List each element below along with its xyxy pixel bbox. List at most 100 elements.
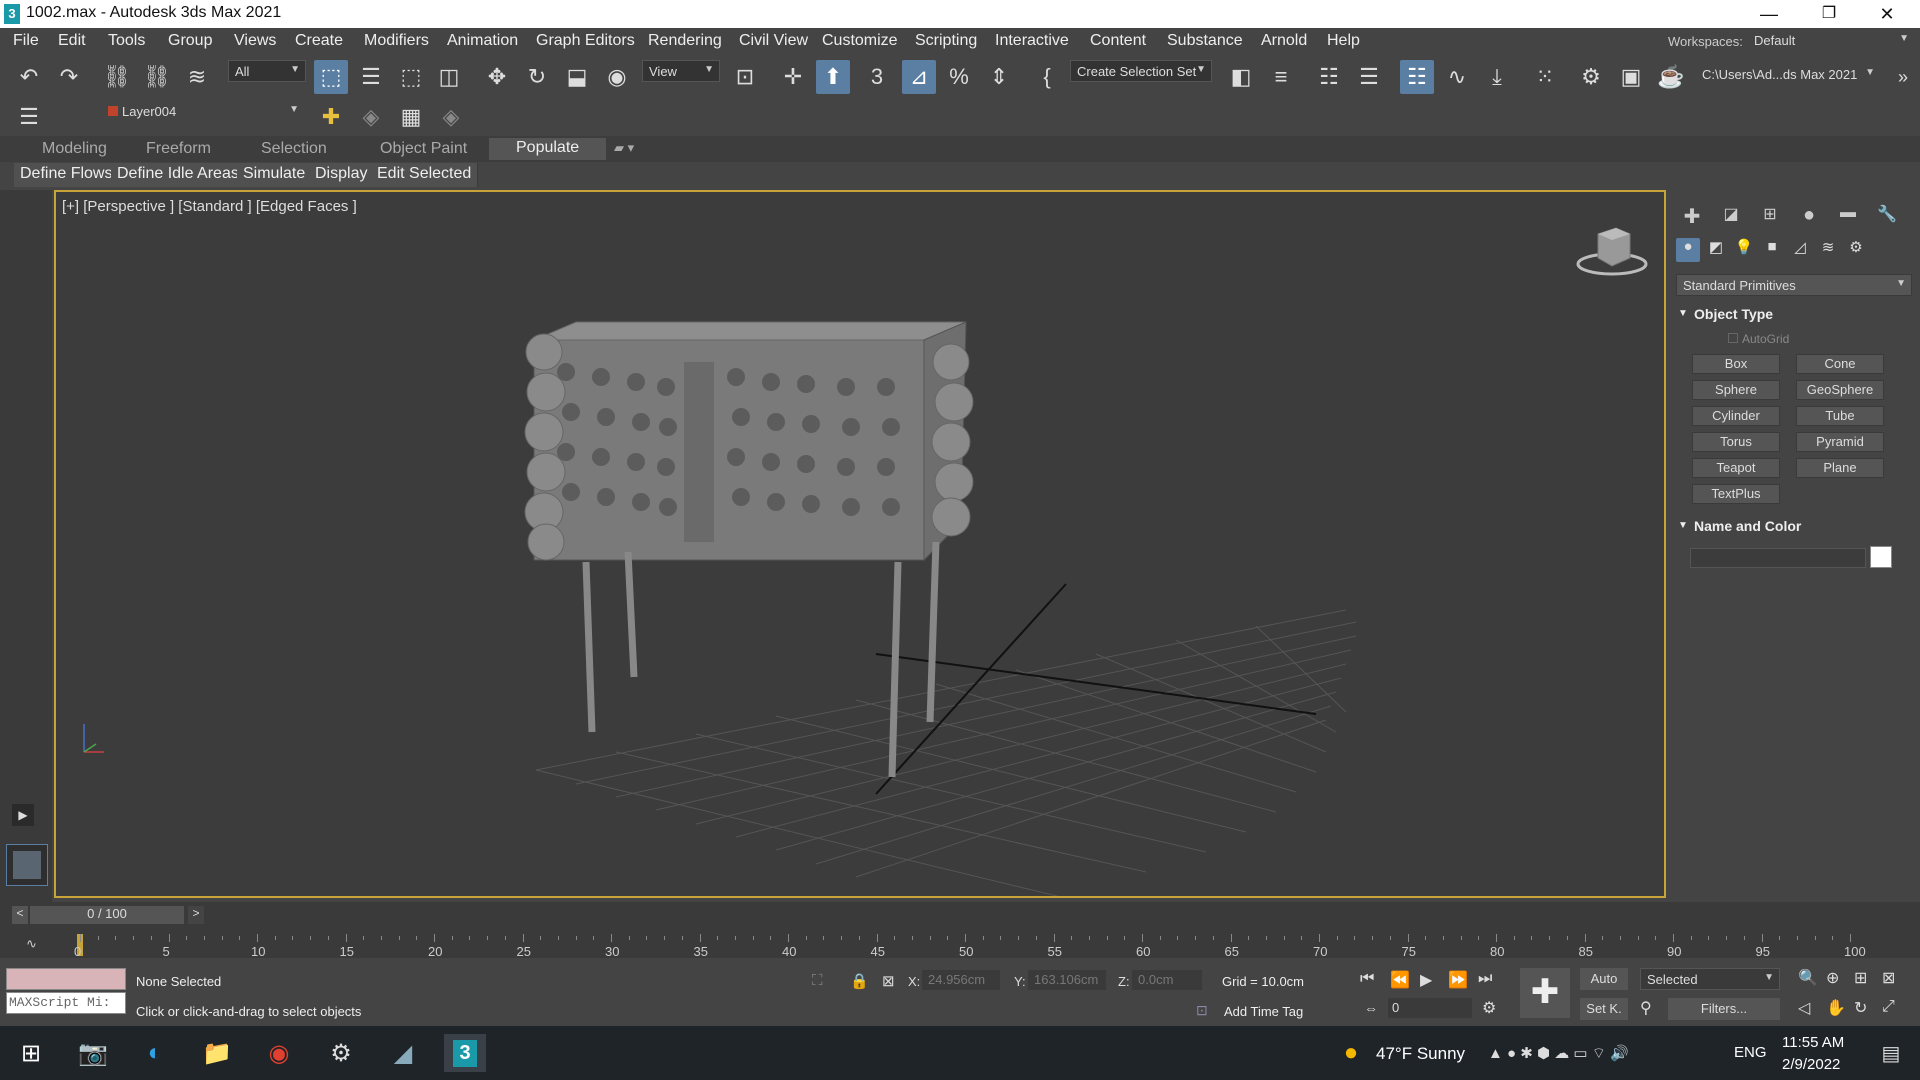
category-dropdown[interactable]: Standard Primitives ▼ — [1676, 274, 1912, 296]
add-time-tag-label[interactable]: Add Time Tag — [1224, 1004, 1303, 1019]
selection-lock-icon[interactable]: 🔒 — [850, 972, 869, 990]
create-selection-set-dropdown[interactable]: Create Selection Set ▼ — [1070, 60, 1212, 82]
zoom-extents-all-icon[interactable]: ⊠ — [1882, 968, 1895, 988]
create-layer-icon[interactable]: ✚ — [314, 100, 348, 134]
field-of-view-icon[interactable]: ◁ — [1798, 998, 1810, 1018]
maxscript-listener-pink[interactable] — [6, 968, 126, 990]
geometry-icon[interactable]: ● — [1676, 238, 1700, 262]
menu-group[interactable]: Group — [168, 32, 212, 50]
toolbar-overflow-icon[interactable]: » — [1886, 60, 1920, 94]
systems-icon[interactable]: ⚙ — [1844, 238, 1868, 262]
simulate-button[interactable]: Simulate — [237, 163, 313, 187]
tab-selection[interactable]: Selection — [261, 140, 327, 158]
orbit-icon[interactable]: ↻ — [1854, 998, 1867, 1018]
zoom-extents-icon[interactable]: ⊞ — [1854, 968, 1867, 988]
previous-key-icon[interactable]: ⏪ — [1390, 970, 1410, 990]
windows-start-icon[interactable]: ⊞ — [10, 1034, 52, 1072]
move-icon[interactable]: ✥ — [480, 60, 514, 94]
maxscript-mini-listener[interactable]: MAXScript Mi: — [6, 992, 126, 1014]
plane-button[interactable]: Plane — [1796, 458, 1884, 478]
keyboard-shortcut-override-icon[interactable]: ⬆ — [816, 60, 850, 94]
prev-frame-button[interactable]: < — [12, 906, 28, 924]
menu-scripting[interactable]: Scripting — [915, 32, 977, 50]
zoom-icon[interactable]: 🔍 — [1798, 968, 1818, 988]
percent-snap-icon[interactable]: % — [942, 60, 976, 94]
rotate-icon[interactable]: ↻ — [520, 60, 554, 94]
reference-coord-dropdown[interactable]: View ▼ — [642, 60, 720, 82]
close-button[interactable]: ✕ — [1858, 0, 1916, 28]
key-mode-icon[interactable]: ⚲ — [1640, 998, 1652, 1018]
time-tag-icon[interactable]: ⊡ — [1196, 1002, 1208, 1019]
toggle-ribbon-icon[interactable]: ☷ — [1400, 60, 1434, 94]
select-in-layer-icon[interactable]: ▦ — [394, 100, 428, 134]
render-setup-icon[interactable]: ⚙ — [1574, 60, 1608, 94]
space-warps-icon[interactable]: ≋ — [1816, 238, 1840, 262]
tab-freeform[interactable]: Freeform — [146, 140, 211, 158]
project-path-dropdown[interactable]: C:\Users\Ad...ds Max 2021 ▼ — [1696, 64, 1880, 88]
menu-views[interactable]: Views — [234, 32, 276, 50]
object-name-input[interactable] — [1690, 548, 1866, 568]
curve-editor-mini-icon[interactable]: ∿ — [26, 936, 37, 952]
set-current-layer-icon[interactable]: ◈ — [434, 100, 468, 134]
pyramid-button[interactable]: Pyramid — [1796, 432, 1884, 452]
rendered-frame-window-icon[interactable]: ▣ — [1614, 60, 1648, 94]
edit-named-selection-icon[interactable]: { — [1030, 60, 1064, 94]
menu-graph-editors[interactable]: Graph Editors — [536, 32, 635, 50]
link-icon[interactable]: ⛓ — [100, 60, 134, 94]
shapes-icon[interactable]: ◩ — [1704, 238, 1728, 262]
display-button[interactable]: Display — [309, 163, 375, 187]
render-production-icon[interactable]: ☕ — [1654, 60, 1688, 94]
curve-editor-icon[interactable]: ∿ — [1440, 60, 1474, 94]
clock-time[interactable]: 11:55 AM — [1782, 1034, 1844, 1051]
perspective-viewport[interactable]: [+] [Perspective ] [Standard ] [Edged Fa… — [54, 190, 1666, 898]
menu-content[interactable]: Content — [1090, 32, 1146, 50]
box-button[interactable]: Box — [1692, 354, 1780, 374]
spinner-snap-icon[interactable]: ⇕ — [982, 60, 1016, 94]
menu-tools[interactable]: Tools — [108, 32, 145, 50]
align-icon[interactable]: ≡ — [1264, 60, 1298, 94]
next-frame-button[interactable]: > — [188, 906, 204, 924]
utilities-tab-icon[interactable]: 🔧 — [1873, 204, 1901, 228]
notifications-icon[interactable]: ▤ — [1870, 1034, 1912, 1072]
next-key-icon[interactable]: ⏩ — [1448, 970, 1468, 990]
define-flows-button[interactable]: Define Flows — [14, 163, 120, 187]
mirror-icon[interactable]: ◧ — [1224, 60, 1258, 94]
menu-animation[interactable]: Animation — [447, 32, 518, 50]
torus-button[interactable]: Torus — [1692, 432, 1780, 452]
undo-icon[interactable]: ↶ — [12, 60, 46, 94]
tab-populate[interactable]: Populate — [489, 138, 607, 160]
cone-button[interactable]: Cone — [1796, 354, 1884, 374]
autogrid-checkbox[interactable]: AutoGrid — [1728, 332, 1789, 346]
scene-explorer-icon[interactable]: ☷ — [1312, 60, 1346, 94]
layer-manager-icon[interactable]: ☰ — [12, 100, 46, 134]
select-manipulate-icon[interactable]: ✛ — [776, 60, 810, 94]
place-icon[interactable]: ◉ — [600, 60, 634, 94]
tube-button[interactable]: Tube — [1796, 406, 1884, 426]
geosphere-button[interactable]: GeoSphere — [1796, 380, 1884, 400]
current-frame-spinner[interactable]: 0 — [1388, 998, 1472, 1018]
expand-strip-icon[interactable]: ▶ — [12, 804, 34, 826]
cameras-icon[interactable]: ■ — [1760, 238, 1784, 262]
x-coordinate-field[interactable]: 24.956cm — [922, 970, 1000, 990]
hierarchy-tab-icon[interactable]: ⊞ — [1756, 204, 1784, 228]
ribbon-options-icon[interactable]: ▰ ▾ — [614, 140, 634, 156]
textplus-button[interactable]: TextPlus — [1692, 484, 1780, 504]
menu-customize[interactable]: Customize — [822, 32, 898, 50]
menu-edit[interactable]: Edit — [58, 32, 86, 50]
tab-modeling[interactable]: Modeling — [42, 140, 107, 158]
tray-app-icons[interactable]: ▲ ● ✱ ⬢ ☁ ▭ ⌔ 🔊 — [1488, 1044, 1629, 1063]
define-idle-areas-button[interactable]: Define Idle Areas — [111, 163, 246, 187]
unlink-icon[interactable]: ⛓ — [140, 60, 174, 94]
pivot-center-icon[interactable]: ⊡ — [728, 60, 762, 94]
set-key-big-icon[interactable]: ✚ — [1520, 968, 1570, 1018]
cylinder-button[interactable]: Cylinder — [1692, 406, 1780, 426]
object-color-swatch[interactable] — [1870, 546, 1892, 568]
isolate-selection-icon[interactable]: ⛶ — [812, 972, 823, 989]
menu-modifiers[interactable]: Modifiers — [364, 32, 429, 50]
zoom-all-icon[interactable]: ⊕ — [1826, 968, 1839, 988]
tab-object-paint[interactable]: Object Paint — [380, 140, 467, 158]
chrome-browser-icon[interactable]: ◉ — [258, 1034, 300, 1072]
display-tab-icon[interactable]: ▬ — [1834, 204, 1862, 228]
menu-create[interactable]: Create — [295, 32, 343, 50]
select-by-name-icon[interactable]: ☰ — [354, 60, 388, 94]
